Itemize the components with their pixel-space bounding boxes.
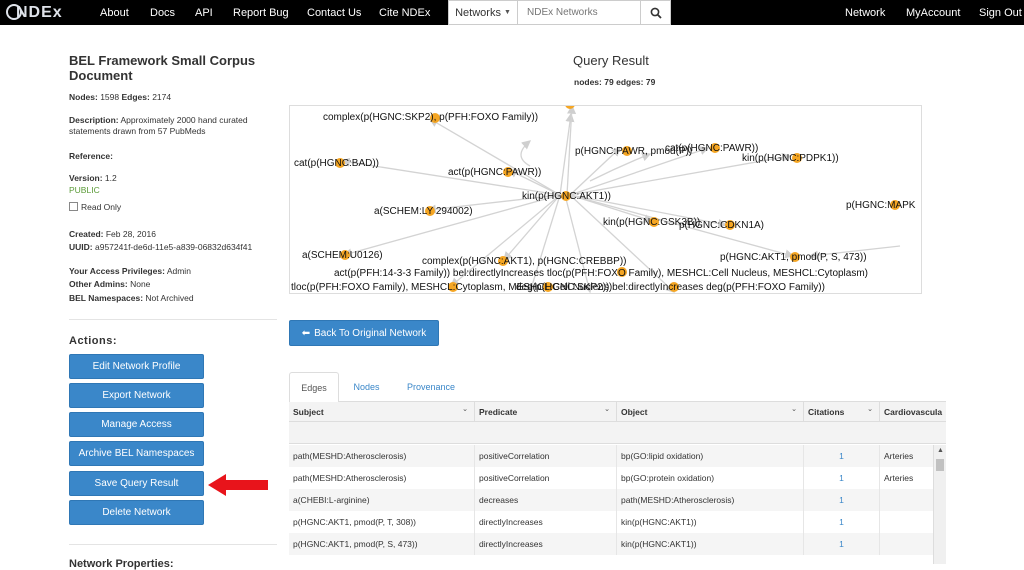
- arrow-left-icon: ⬅: [301, 327, 311, 339]
- nav-network-link[interactable]: Network: [845, 7, 885, 19]
- scroll-up-icon[interactable]: ▲: [937, 447, 944, 454]
- network-properties-heading: Network Properties:: [69, 558, 174, 570]
- column-header-object[interactable]: Object ⌄: [617, 402, 804, 422]
- network-description: Description: Approximately 2000 hand cur…: [69, 115, 248, 136]
- graph-node-label: p(HGNC:CDKN1A): [679, 220, 764, 231]
- access-privileges: Your Access Privileges: Admin: [69, 266, 191, 276]
- chevron-down-icon: ⌄: [791, 406, 797, 413]
- divider: [69, 319, 277, 320]
- version-info: Version: 1.2: [69, 173, 117, 183]
- graph-node-label: a(SCHEM:U0126): [302, 250, 383, 261]
- archive-bel-namespaces-button[interactable]: Archive BEL Namespaces: [69, 441, 204, 466]
- graph-node-label: kin(p(HGNC:PDPK1)): [742, 153, 839, 164]
- citation-link[interactable]: 1: [804, 511, 880, 533]
- save-query-result-button[interactable]: Save Query Result: [69, 471, 204, 496]
- edit-network-profile-button[interactable]: Edit Network Profile: [69, 354, 204, 379]
- graph-node-label: a(SCHEM:LY 294002): [374, 206, 473, 217]
- graph-node-label: p(HGNC:AKT1, pmod(P, S, 473)): [720, 252, 867, 263]
- nav-cite-ndex-link[interactable]: Cite NDEx: [379, 7, 430, 19]
- scrollbar-thumb[interactable]: [936, 459, 944, 471]
- logo-text: NDEx: [16, 4, 63, 21]
- column-header-subject[interactable]: Subject ⌄: [289, 402, 475, 422]
- graph-node-label: p(HGNC:MAPK: [846, 200, 916, 211]
- graph-node-label: deg(p(HGNC:SKP2)) bel:directlyIncreases …: [516, 282, 825, 293]
- column-header-cardiovascular[interactable]: Cardiovascula: [880, 402, 946, 422]
- query-result-counts: nodes: 79 edges: 79: [574, 77, 656, 87]
- citation-link[interactable]: 1: [804, 467, 880, 489]
- search-type-select[interactable]: Networks ▼: [448, 0, 518, 25]
- citation-link[interactable]: 1: [804, 533, 880, 555]
- citation-link[interactable]: 1: [804, 489, 880, 511]
- ndex-logo[interactable]: NDEx: [6, 2, 63, 24]
- query-result-title: Query Result: [573, 53, 649, 68]
- tab-edges[interactable]: Edges: [289, 372, 339, 403]
- graph-node-label: complex(p(HGNC:AKT1), p(HGNC:CREBBP)): [422, 256, 626, 267]
- read-only-checkbox[interactable]: [69, 202, 78, 211]
- table-row[interactable]: p(HGNC:AKT1, pmod(P, S, 473)) directlyIn…: [289, 533, 936, 555]
- graph-node-label: complex(p(HGNC:SKP2), p(PFH:FOXO Family)…: [323, 112, 538, 123]
- delete-network-button[interactable]: Delete Network: [69, 500, 204, 525]
- graph-node-label: act(p(PFH:14-3-3 Family)) bel:directlyIn…: [334, 268, 868, 279]
- filter-row: [289, 422, 946, 460]
- table-header: Subject ⌄ Predicate ⌄ Object ⌄ Citations ⌄ C…: [289, 402, 946, 422]
- nav-about-link[interactable]: About: [100, 7, 129, 19]
- table-row[interactable]: p(HGNC:AKT1, pmod(P, T, 308)) directlyIn…: [289, 511, 936, 533]
- network-title: BEL Framework Small Corpus Document: [69, 53, 256, 83]
- bel-namespaces: BEL Namespaces: Not Archived: [69, 293, 194, 303]
- table-row[interactable]: a(CHEBI:L-arginine) decreases path(MESHD…: [289, 489, 936, 511]
- visibility-badge: PUBLIC: [69, 185, 100, 195]
- graph-node-label: act(p(HGNC:PAWR)): [448, 167, 541, 178]
- search-input[interactable]: [518, 0, 641, 25]
- nav-report-bug-link[interactable]: Report Bug: [233, 7, 289, 19]
- export-network-button[interactable]: Export Network: [69, 383, 204, 408]
- table-row[interactable]: path(MESHD:Atherosclerosis) positiveCorr…: [289, 445, 936, 467]
- search-icon: [650, 7, 662, 19]
- result-tabs: Edges Nodes Provenance: [289, 372, 946, 403]
- actions-heading: Actions:: [69, 335, 117, 347]
- navbar: NDEx About Docs API Report Bug Contact U…: [0, 0, 1024, 25]
- column-header-predicate[interactable]: Predicate ⌄: [475, 402, 617, 422]
- search-button[interactable]: [641, 0, 671, 25]
- graph-node-labels: complex(p(HGNC:SKP2), p(PFH:FOXO Family)…: [291, 112, 916, 293]
- network-uuid: UUID: a957241f-de6d-11e5-a839-06832d634f…: [69, 242, 253, 252]
- manage-access-button[interactable]: Manage Access: [69, 412, 204, 437]
- graph-node-label: kin(p(HGNC:AKT1)): [522, 191, 611, 202]
- table-scrollbar[interactable]: ▲: [933, 445, 946, 564]
- search-type-label: Networks: [455, 6, 501, 19]
- read-only-option[interactable]: Read Only: [69, 202, 121, 213]
- tab-nodes[interactable]: Nodes: [344, 372, 389, 402]
- network-counts: Nodes: 1598 Edges: 2174: [69, 92, 172, 102]
- divider: [69, 544, 277, 545]
- nav-contact-us-link[interactable]: Contact Us: [307, 7, 361, 19]
- chevron-down-icon: ▼: [503, 9, 511, 16]
- chevron-down-icon: ⌄: [604, 406, 610, 413]
- table-row[interactable]: path(MESHD:Atherosclerosis) positiveCorr…: [289, 467, 936, 489]
- back-to-original-network-button[interactable]: ⬅ Back To Original Network: [289, 320, 439, 346]
- chevron-down-icon: ⌄: [867, 406, 873, 413]
- graph-node-label: cat(p(HGNC:BAD)): [294, 158, 379, 169]
- nav-api-link[interactable]: API: [195, 7, 213, 19]
- column-header-citations[interactable]: Citations ⌄: [804, 402, 880, 422]
- tab-provenance[interactable]: Provenance: [397, 372, 465, 402]
- nav-signout-link[interactable]: Sign Out: [979, 7, 1022, 19]
- network-graph-canvas[interactable]: complex(p(HGNC:SKP2), p(PFH:FOXO Family)…: [289, 105, 922, 294]
- created-date: Created: Feb 28, 2016: [69, 229, 156, 239]
- reference-label: Reference:: [69, 151, 113, 161]
- annotation-arrow-icon: [208, 474, 268, 496]
- chevron-down-icon: ⌄: [462, 406, 468, 413]
- edges-table: Subject ⌄ Predicate ⌄ Object ⌄ Citations ⌄ C…: [289, 402, 946, 564]
- nav-myaccount-link[interactable]: MyAccount: [906, 7, 960, 19]
- other-admins: Other Admins: None: [69, 279, 151, 289]
- logo-ring-icon: [6, 4, 22, 20]
- nav-docs-link[interactable]: Docs: [150, 7, 175, 19]
- citation-link[interactable]: 1: [804, 445, 880, 467]
